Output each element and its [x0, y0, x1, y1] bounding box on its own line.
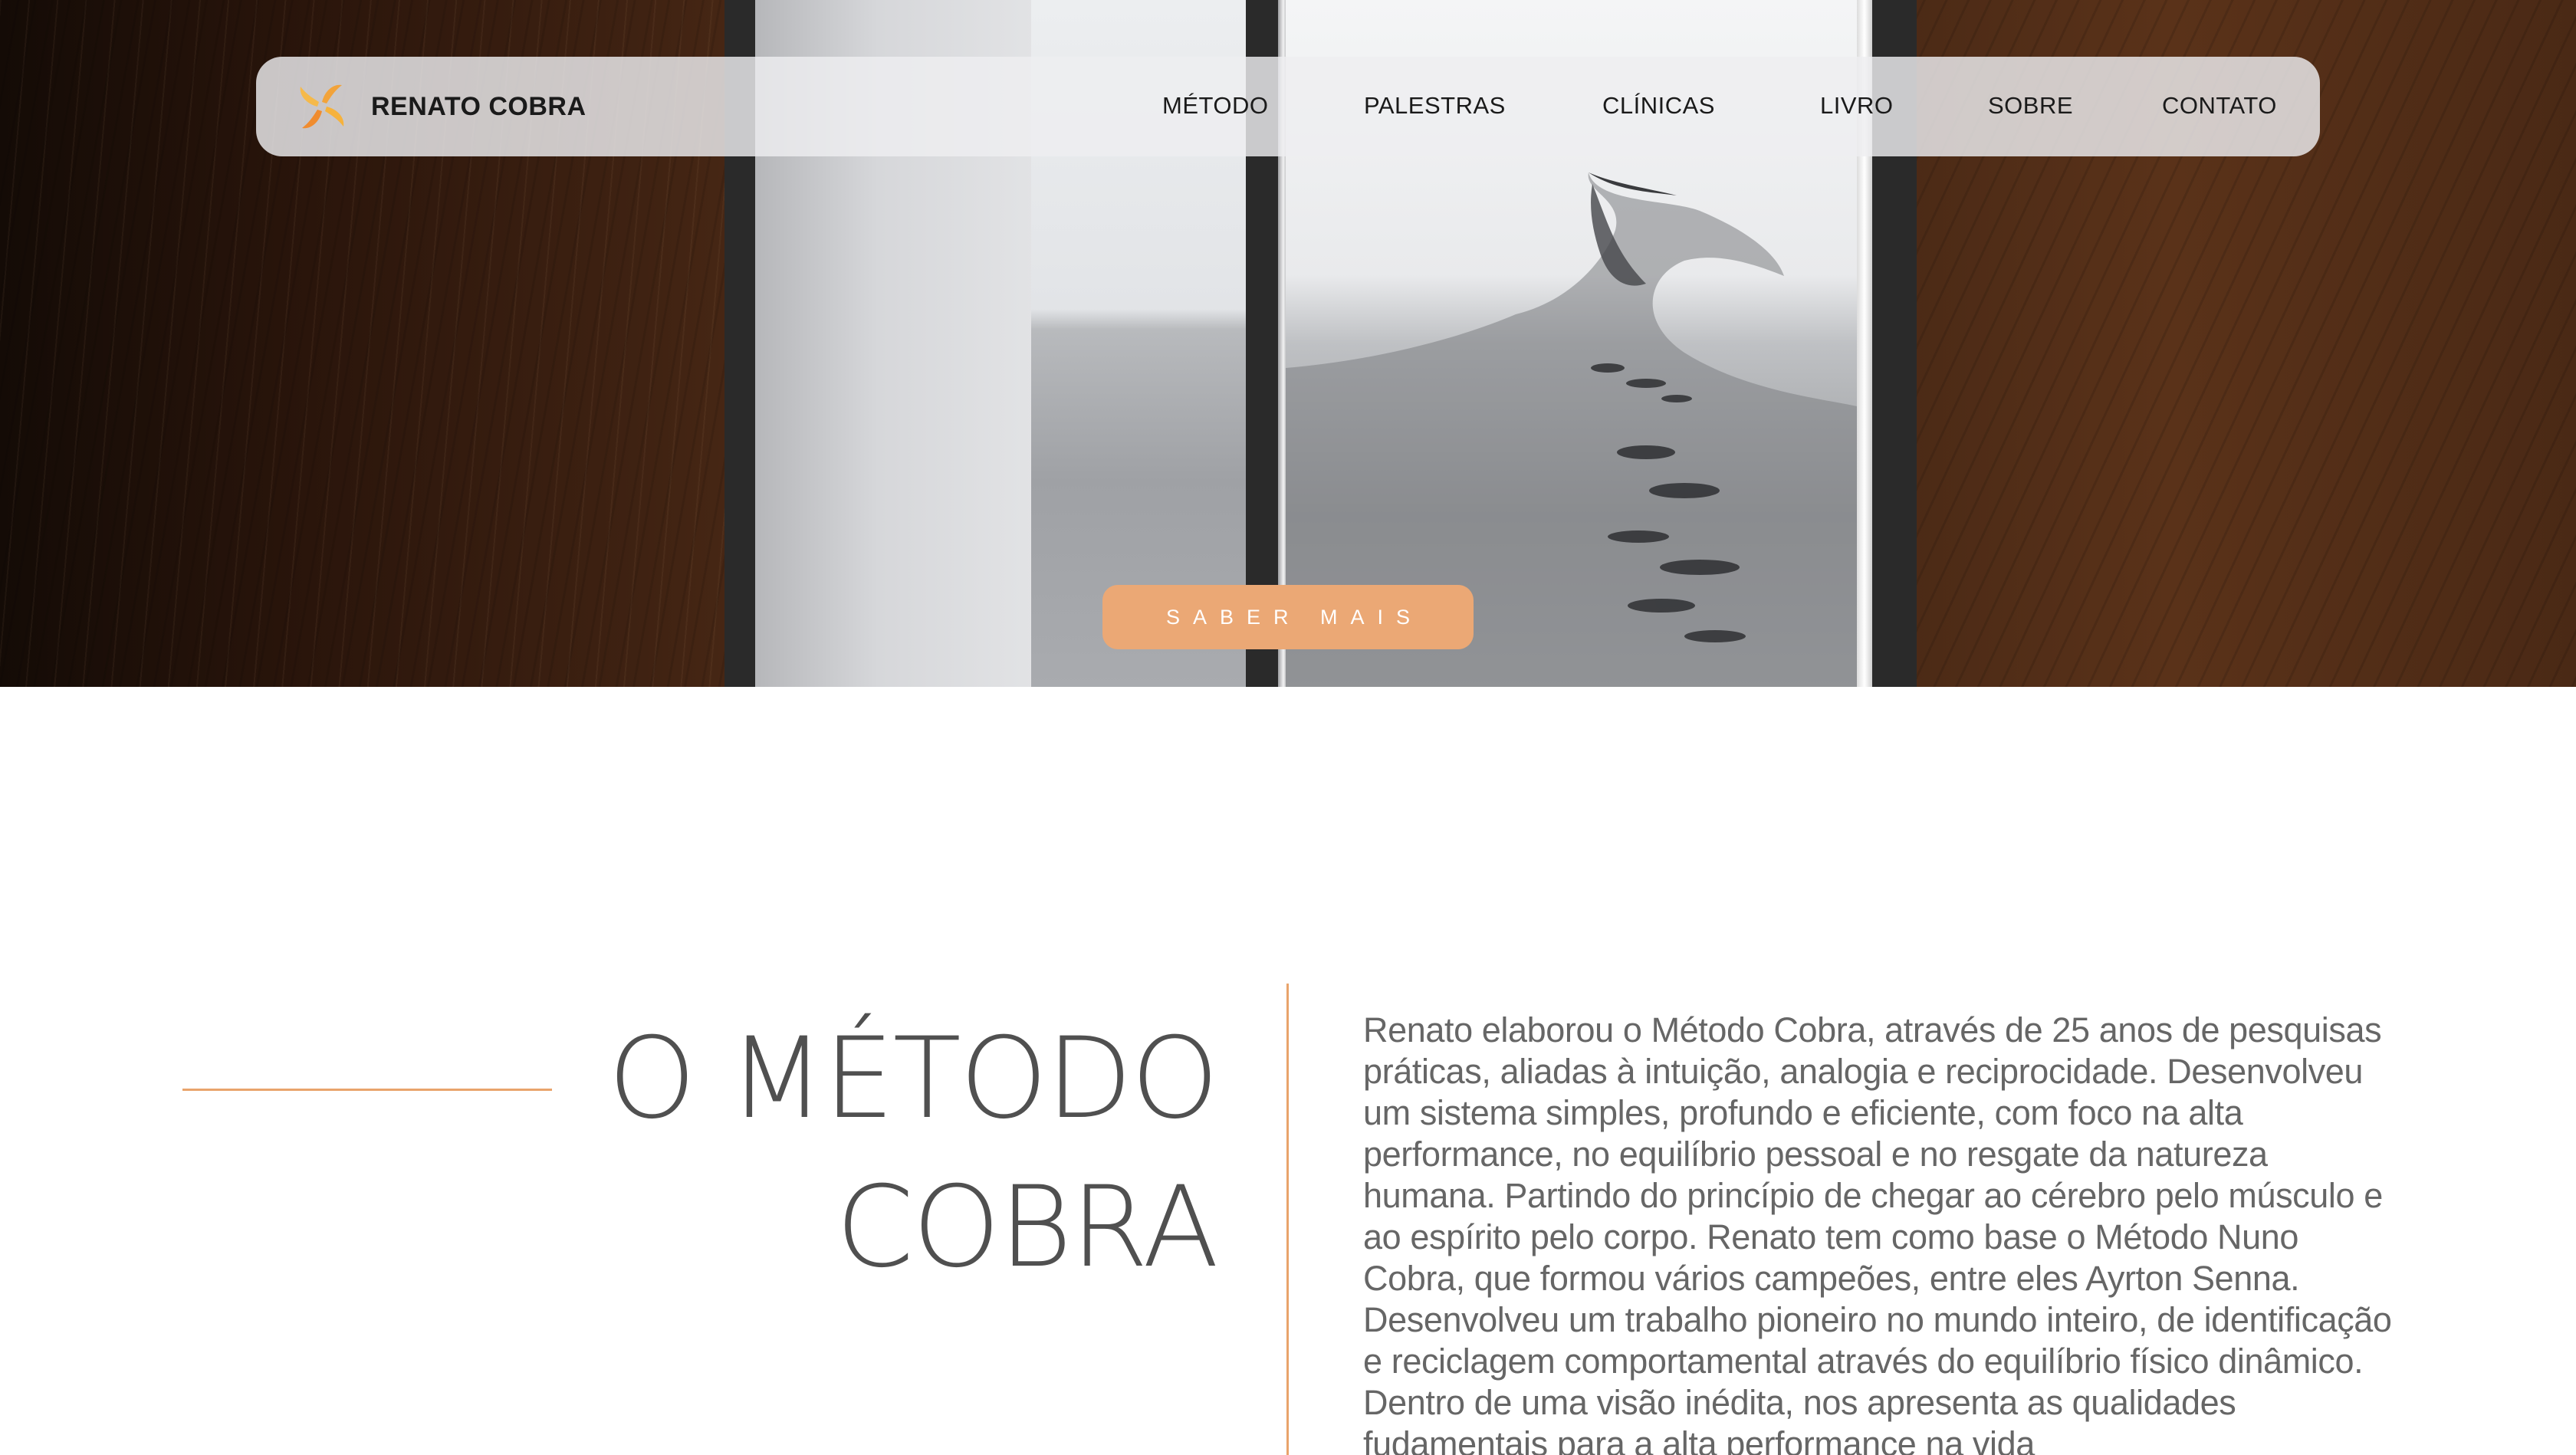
- nav-clinicas[interactable]: CLÍNICAS: [1602, 92, 1715, 120]
- saber-mais-button[interactable]: SABER MAIS: [1102, 585, 1474, 649]
- section-body-text: Renato elaborou o Método Cobra, através …: [1363, 1010, 2392, 1455]
- top-navbar: RENATO COBRA MÉTODO PALESTRAS CLÍNICAS L…: [256, 57, 2320, 156]
- nav-metodo[interactable]: MÉTODO: [1162, 92, 1269, 120]
- nav-contato[interactable]: CONTATO: [2162, 92, 2277, 120]
- nav-livro[interactable]: LIVRO: [1820, 92, 1894, 120]
- swirl-logo-icon: [300, 84, 344, 129]
- vertical-divider: [1286, 984, 1289, 1455]
- brand-logo[interactable]: RENATO COBRA: [293, 77, 586, 136]
- nav-palestras[interactable]: PALESTRAS: [1364, 92, 1506, 120]
- nav-sobre[interactable]: SOBRE: [1988, 92, 2073, 120]
- section-title-line-2: COBRA: [836, 1162, 1219, 1292]
- page: RENATO COBRA MÉTODO PALESTRAS CLÍNICAS L…: [0, 0, 2576, 1455]
- section-title: O MÉTODO COBRA: [537, 1004, 1219, 1302]
- section-title-line-1: O MÉTODO: [608, 1013, 1219, 1144]
- brand-name: RENATO COBRA: [371, 91, 586, 121]
- title-accent-line: [182, 1089, 552, 1091]
